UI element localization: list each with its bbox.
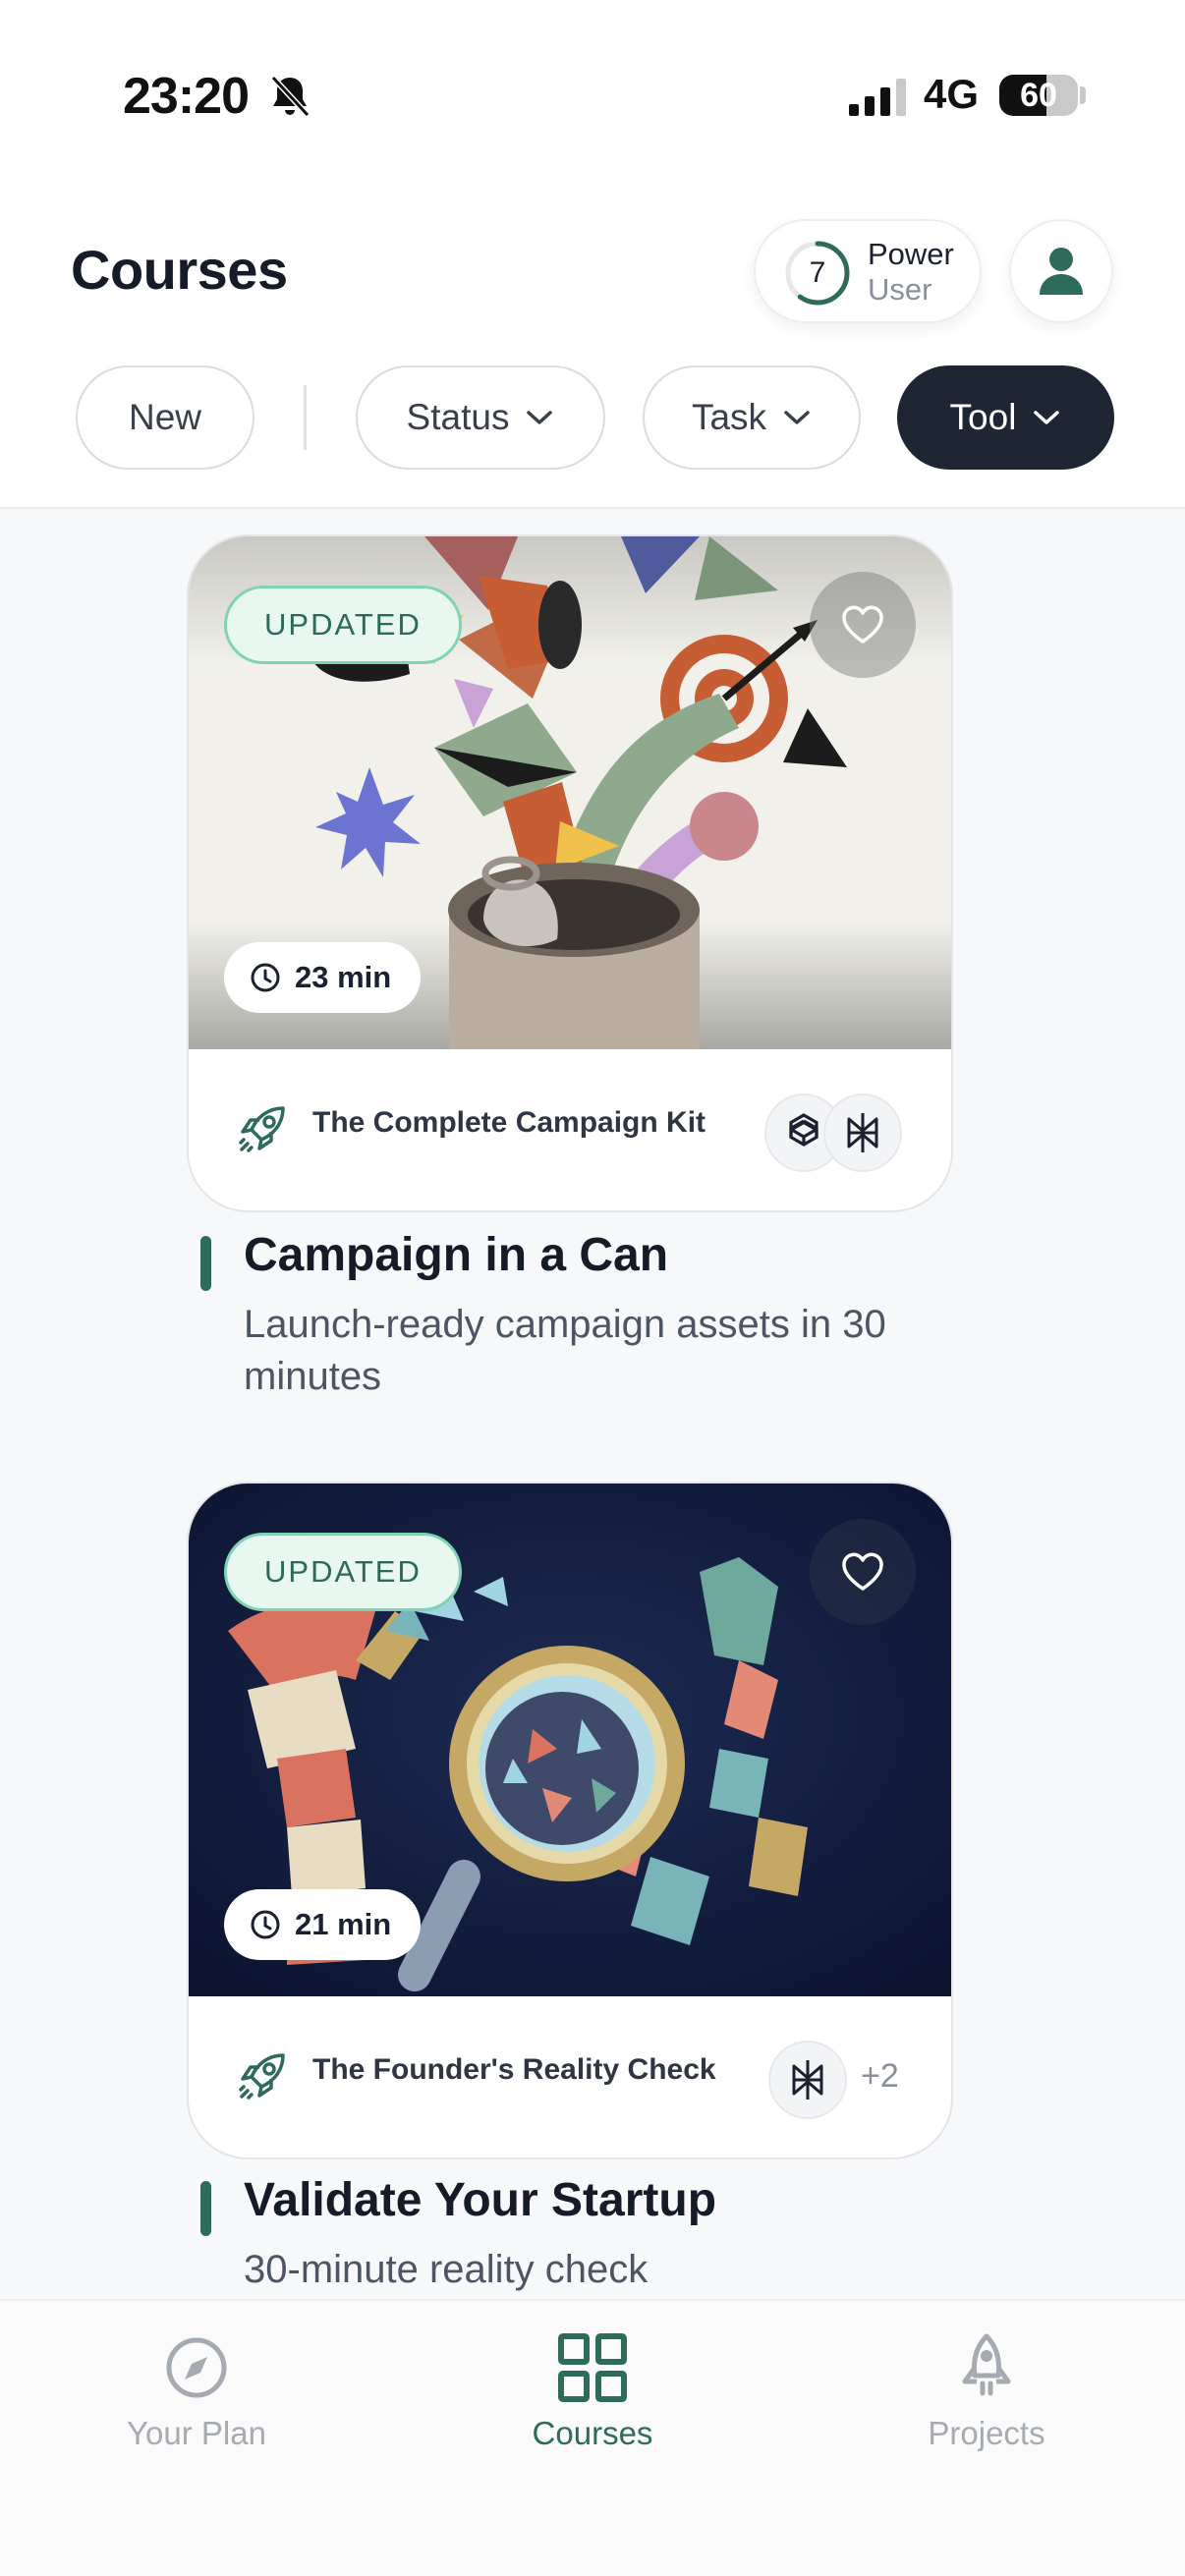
filter-task-dropdown[interactable]: Task <box>643 365 861 470</box>
filter-task-label: Task <box>691 397 767 437</box>
course-card[interactable]: UPDATED 23 min The Complete Campaign Kit <box>187 534 953 1212</box>
profile-button[interactable] <box>1009 219 1113 323</box>
duration-text: 23 min <box>295 960 392 994</box>
tab-your-plan-label: Your Plan <box>127 2415 266 2451</box>
filter-bar: New Status Task Tool <box>76 365 1117 470</box>
filter-divider <box>304 385 307 450</box>
grid-icon <box>558 2333 627 2402</box>
power-user-button[interactable]: 7 Power User <box>754 219 982 323</box>
accent-bar <box>200 2181 211 2236</box>
kit-name: The Founder's Reality Check <box>312 2053 716 2086</box>
chevron-down-icon <box>1034 411 1060 424</box>
cell-signal-icon <box>849 79 906 116</box>
battery-cap <box>1080 86 1086 104</box>
favorite-button[interactable] <box>810 1519 916 1625</box>
bottom-tab-bar: Your Plan Courses Projects <box>0 2299 1185 2576</box>
rocket-icon <box>962 2333 1011 2396</box>
clock-icon <box>251 1910 280 1939</box>
compass-icon <box>166 2337 227 2398</box>
course-subtitle: 30-minute reality check <box>244 2248 649 2291</box>
rocket-icon <box>239 1106 285 1152</box>
course-heading: Validate Your Startup 30-minute reality … <box>200 2173 987 2299</box>
filter-new-label: New <box>128 397 202 437</box>
tab-your-plan[interactable]: Your Plan <box>79 2330 314 2468</box>
heart-icon <box>842 1552 883 1591</box>
filter-tool-label: Tool <box>949 397 1017 437</box>
clock-icon <box>251 963 280 992</box>
course-subtitle: Launch-ready campaign assets in 30 minut… <box>244 1303 886 1398</box>
status-time: 23:20 <box>123 68 250 125</box>
course-card[interactable]: UPDATED 21 min The Founder's Reality Che… <box>187 1482 953 2159</box>
perplexity-icon <box>823 1093 902 1172</box>
battery-icon: 60 <box>999 75 1078 116</box>
chevron-down-icon <box>527 411 553 424</box>
duration-text: 21 min <box>295 1907 392 1941</box>
header-area: 23:20 4G 60 Courses 7 Power User New Sta… <box>0 0 1185 509</box>
network-type: 4G <box>924 71 980 117</box>
user-label: User <box>868 272 932 307</box>
rocket-icon <box>239 2053 285 2100</box>
kit-name: The Complete Campaign Kit <box>312 1106 706 1139</box>
card-footer: The Complete Campaign Kit <box>189 1049 951 1210</box>
duration-pill: 23 min <box>224 942 422 1013</box>
heart-icon <box>842 605 883 644</box>
filter-new-button[interactable]: New <box>76 365 254 470</box>
perplexity-icon <box>768 2041 847 2119</box>
updated-badge: UPDATED <box>224 1533 462 1611</box>
battery-percent: 60 <box>1020 76 1057 114</box>
card-footer: The Founder's Reality Check +2 <box>189 1996 951 2157</box>
course-title[interactable]: Campaign in a Can <box>244 1228 668 1282</box>
chevron-down-icon <box>784 411 810 424</box>
more-tools-count: +2 <box>861 2057 899 2095</box>
page-title: Courses <box>71 239 288 301</box>
favorite-button[interactable] <box>810 572 916 678</box>
course-heading: Campaign in a Can Launch-ready campaign … <box>200 1228 987 1415</box>
tab-projects[interactable]: Projects <box>869 2330 1104 2468</box>
tab-projects-label: Projects <box>928 2415 1045 2451</box>
tab-courses-label: Courses <box>532 2415 653 2451</box>
filter-status-label: Status <box>406 397 510 437</box>
power-label: Power <box>868 237 954 271</box>
accent-bar <box>200 1236 211 1291</box>
filter-status-dropdown[interactable]: Status <box>356 365 605 470</box>
course-title[interactable]: Validate Your Startup <box>244 2173 716 2227</box>
duration-pill: 21 min <box>224 1889 422 1960</box>
tab-courses[interactable]: Courses <box>475 2330 710 2468</box>
bell-off-icon <box>270 75 310 118</box>
updated-badge: UPDATED <box>224 586 462 664</box>
power-level: 7 <box>809 256 826 289</box>
filter-tool-dropdown[interactable]: Tool <box>897 365 1114 470</box>
person-icon <box>1040 248 1083 295</box>
